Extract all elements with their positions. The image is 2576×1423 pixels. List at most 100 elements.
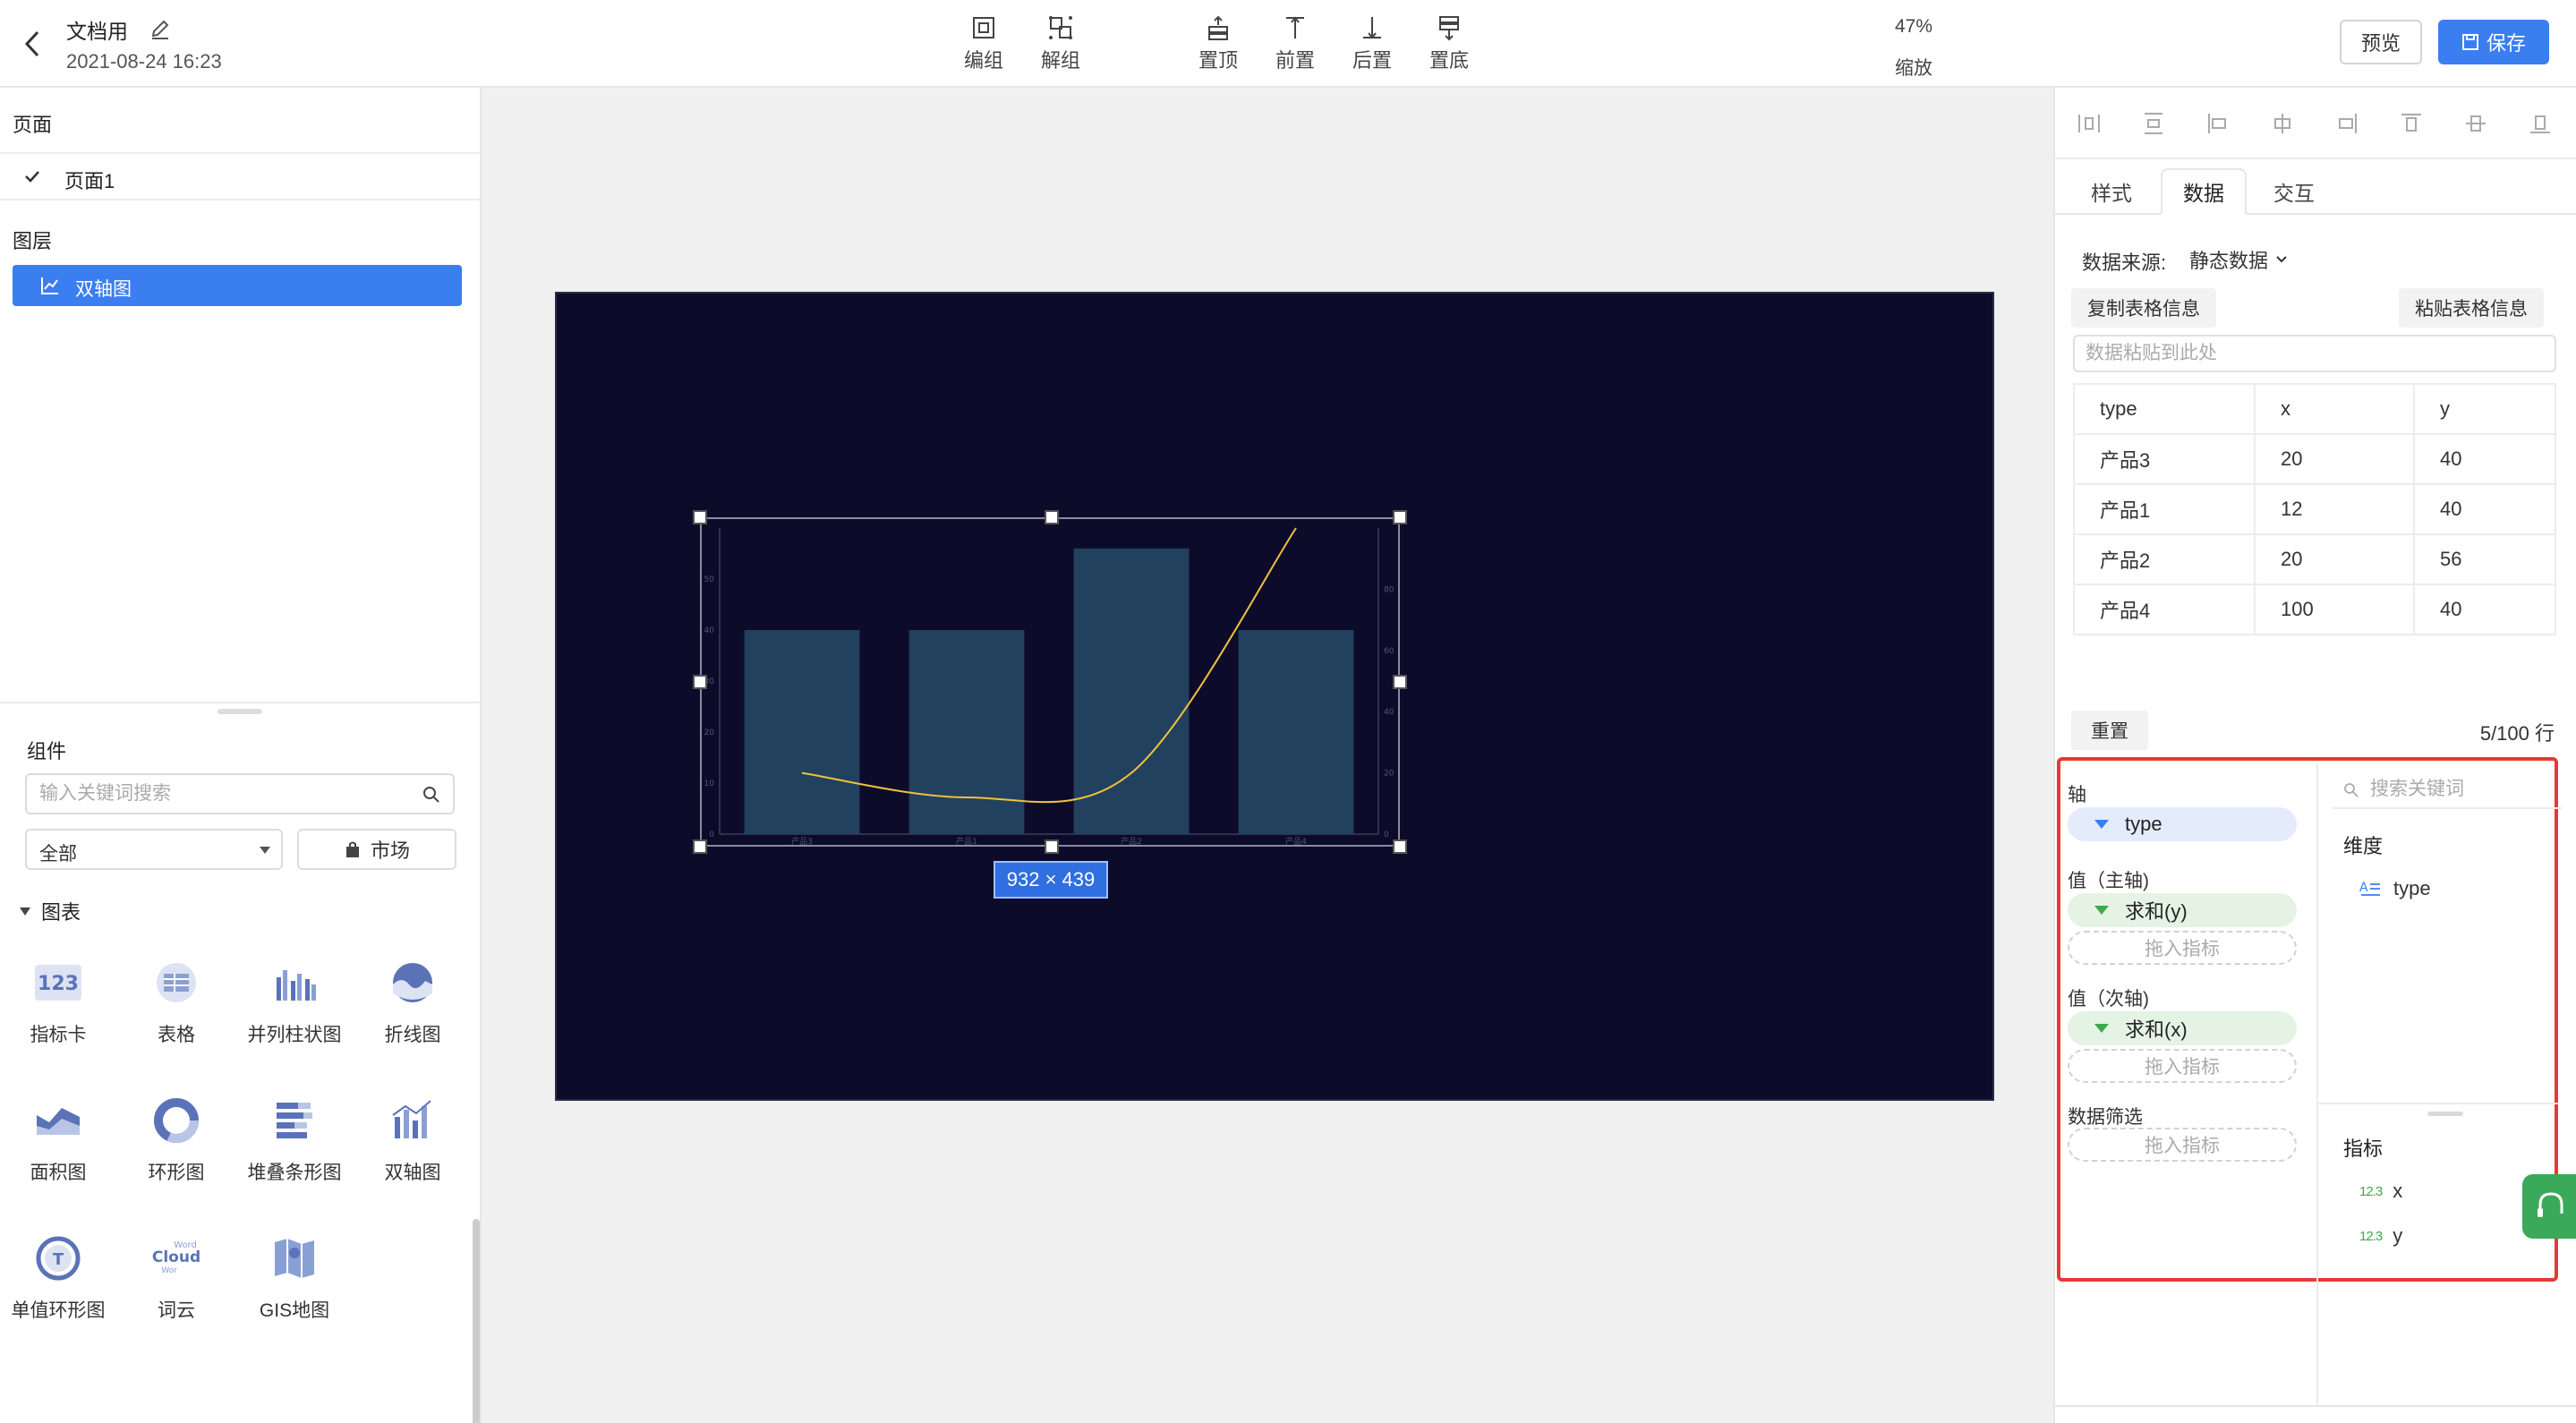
tab-data[interactable]: 数据 <box>2161 168 2247 215</box>
edit-pencil-icon[interactable] <box>149 18 172 41</box>
align-center-h-icon[interactable] <box>2270 111 2295 136</box>
distribute-vertical-icon[interactable] <box>2141 111 2166 136</box>
primary-drop-zone[interactable]: 拖入指标 <box>2068 931 2297 965</box>
headset-icon <box>2538 1192 2563 1217</box>
table-cell[interactable]: 产品3 <box>2073 433 2256 485</box>
reset-button[interactable]: 重置 <box>2071 711 2148 750</box>
scrollbar[interactable] <box>473 1219 480 1423</box>
align-left-icon[interactable] <box>2205 111 2231 136</box>
table-cell[interactable]: 40 <box>2413 433 2556 485</box>
distribute-horizontal-icon[interactable] <box>2077 111 2102 136</box>
resize-handle-bottom-left[interactable] <box>693 839 707 854</box>
paste-table-button[interactable]: 粘贴表格信息 <box>2399 288 2544 328</box>
dual-axis-icon <box>392 1100 431 1138</box>
send-backward-button[interactable]: 后置 <box>1341 14 1403 73</box>
secondary-field-label: 求和(x) <box>2125 1018 2188 1041</box>
bring-to-top-button[interactable]: 置顶 <box>1187 14 1250 73</box>
size-badge: 932 × 439 <box>994 861 1108 899</box>
component-area-chart[interactable]: 面积图 <box>0 1095 116 1185</box>
page-item[interactable]: 页面1 <box>0 152 480 200</box>
resize-handle-left[interactable] <box>693 675 707 689</box>
resize-handle-top[interactable] <box>1045 510 1059 524</box>
component-dual-axis[interactable]: 双轴图 <box>354 1095 471 1185</box>
zoom-value[interactable]: 47% <box>1889 16 1939 38</box>
field-split-line <box>2318 1103 2558 1104</box>
secondary-axis-field-pill[interactable]: 求和(x) <box>2068 1011 2297 1045</box>
data-source-select[interactable]: 静态数据 <box>2189 245 2288 274</box>
component-label: 单值环形图 <box>11 1300 106 1321</box>
table-cell[interactable]: 12 <box>2254 483 2415 535</box>
selected-chart-widget[interactable]: 0 10 20 30 40 50 0 20 40 60 80 产品3 产品1 产品2 产品4 <box>693 510 1407 854</box>
primary-axis-field-pill[interactable]: 求和(y) <box>2068 893 2297 927</box>
dimension-field-item[interactable]: A type <box>2359 877 2431 900</box>
align-bottom-icon[interactable] <box>2528 111 2553 136</box>
metric-field-item[interactable]: 12.3 x <box>2359 1180 2402 1203</box>
table-cell[interactable]: 20 <box>2254 533 2415 585</box>
table-cell[interactable]: 56 <box>2413 533 2556 585</box>
resize-handle-top-right[interactable] <box>1393 510 1407 524</box>
table-cell[interactable]: 20 <box>2254 433 2415 485</box>
component-filter-select[interactable]: 全部 <box>25 829 283 870</box>
left-tick-label: 20 <box>704 729 715 737</box>
copy-table-button[interactable]: 复制表格信息 <box>2071 288 2216 328</box>
primary-axis-title: 值（主轴) <box>2068 871 2149 891</box>
table-cell[interactable]: 产品4 <box>2073 584 2256 635</box>
number-field-icon: 12.3 <box>2359 1183 2383 1199</box>
component-table[interactable]: 表格 <box>118 958 235 1047</box>
layer-item-dual-axis[interactable]: 双轴图 <box>13 265 462 306</box>
resize-handle[interactable] <box>218 709 262 714</box>
help-button[interactable] <box>2522 1174 2576 1239</box>
send-backward-icon <box>1363 17 1381 39</box>
group-icon <box>973 17 994 38</box>
left-panel: 页面 页面1 图层 双轴图 组件 全部 市场 图表 123 指标卡 表格 并列柱… <box>0 88 482 1423</box>
bring-forward-button[interactable]: 前置 <box>1264 14 1326 73</box>
resize-handle-top-left[interactable] <box>693 510 707 524</box>
split-drag-handle[interactable] <box>2427 1112 2463 1116</box>
category-charts[interactable]: 图表 <box>20 897 81 925</box>
resize-handle-bottom[interactable] <box>1045 839 1059 854</box>
market-label: 市场 <box>370 839 410 862</box>
back-arrow-icon[interactable] <box>20 27 47 61</box>
design-canvas[interactable]: 0 10 20 30 40 50 0 20 40 60 80 产品3 产品1 产品2 产品4 932 × 4… <box>555 292 1994 1101</box>
paste-input[interactable] <box>2086 337 2533 371</box>
metric-field-item[interactable]: 12.3 y <box>2359 1224 2402 1248</box>
filter-drop-zone[interactable]: 拖入指标 <box>2068 1128 2297 1162</box>
tab-style[interactable]: 样式 <box>2080 168 2143 215</box>
caret-down-icon <box>260 847 270 854</box>
table-cell[interactable]: 产品2 <box>2073 533 2256 585</box>
secondary-drop-zone[interactable]: 拖入指标 <box>2068 1049 2297 1083</box>
resize-handle-bottom-right[interactable] <box>1393 839 1407 854</box>
tab-interaction[interactable]: 交互 <box>2263 168 2325 215</box>
component-stacked-bar[interactable]: 堆叠条形图 <box>236 1095 353 1185</box>
ungroup-button[interactable]: 解组 <box>1029 14 1092 73</box>
field-search-input[interactable] <box>2370 773 2558 805</box>
market-button[interactable]: 市场 <box>297 829 456 870</box>
component-search-input[interactable] <box>39 775 415 813</box>
align-right-icon[interactable] <box>2334 111 2359 136</box>
component-kpi-card[interactable]: 123 指标卡 <box>0 958 116 1047</box>
send-to-bottom-button[interactable]: 置底 <box>1418 14 1480 73</box>
table-cell[interactable]: 产品1 <box>2073 483 2256 535</box>
component-line-chart[interactable]: 折线图 <box>354 958 471 1047</box>
component-gis-map[interactable]: GIS地图 <box>236 1233 353 1323</box>
send-to-bottom-label: 置底 <box>1429 49 1469 72</box>
component-donut-chart[interactable]: 环形图 <box>118 1095 235 1185</box>
left-tick-label: 10 <box>704 780 715 788</box>
group-button[interactable]: 编组 <box>952 14 1015 73</box>
preview-button[interactable]: 预览 <box>2340 20 2422 64</box>
align-middle-v-icon[interactable] <box>2463 111 2488 136</box>
chart-bar <box>744 630 860 834</box>
table-cell[interactable]: 40 <box>2413 483 2556 535</box>
save-button[interactable]: 保存 <box>2438 20 2549 64</box>
align-top-icon[interactable] <box>2399 111 2424 136</box>
axis-field-pill[interactable]: type <box>2068 807 2297 841</box>
component-word-cloud[interactable]: Word Cloud Wor 词云 <box>118 1233 235 1323</box>
component-label: 环形图 <box>148 1163 205 1183</box>
search-icon[interactable] <box>422 786 440 804</box>
table-cell[interactable]: 40 <box>2413 584 2556 635</box>
component-single-value-ring[interactable]: T 单值环形图 <box>0 1233 116 1323</box>
component-grouped-bar[interactable]: 并列柱状图 <box>236 958 353 1047</box>
table-cell[interactable]: 100 <box>2254 584 2415 635</box>
page-label: 页面1 <box>64 170 115 192</box>
resize-handle-right[interactable] <box>1393 675 1407 689</box>
